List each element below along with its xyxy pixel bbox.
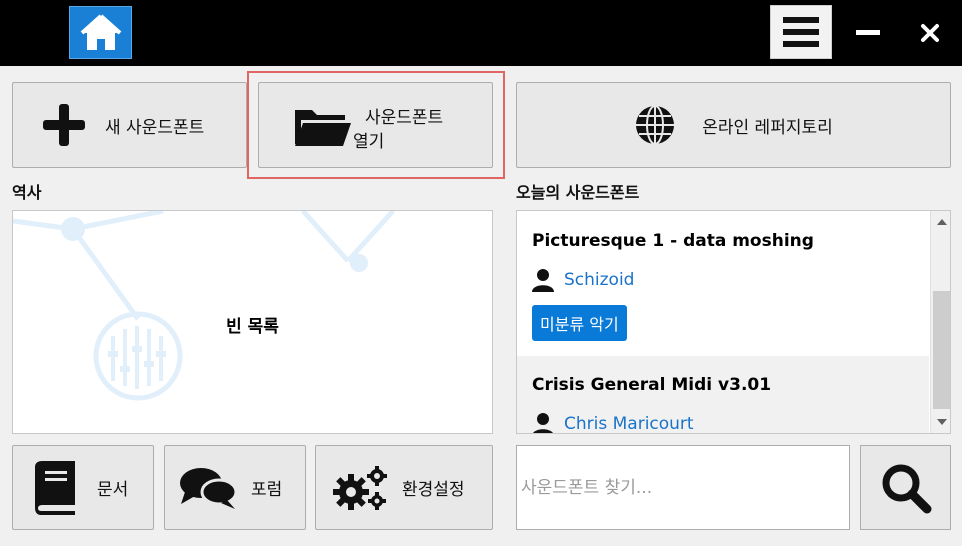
book-icon (35, 460, 75, 515)
list-item[interactable]: Crisis General Midi v3.01 Chris Maricour… (517, 356, 929, 433)
soundfont-title[interactable]: Picturesque 1 - data moshing (532, 231, 814, 251)
scrollbar[interactable] (930, 211, 950, 433)
today-soundfont-list[interactable]: Picturesque 1 - data moshing Schizoid 미분… (516, 210, 951, 434)
minimize-icon (856, 30, 880, 35)
scroll-down-button[interactable] (933, 413, 950, 431)
documentation-button[interactable]: 문서 (12, 445, 154, 530)
history-list[interactable]: 빈 목록 (12, 210, 493, 434)
empty-list-text: 빈 목록 (226, 317, 279, 337)
app-window: 새 사운드폰트 사운드폰트 열기 온라인 레퍼지토리 역사 오늘의 사운드폰트 (0, 0, 962, 546)
caret-down-icon (936, 419, 947, 425)
forum-label: 포럼 (251, 480, 283, 500)
search-box[interactable] (516, 445, 850, 530)
search-icon (882, 464, 931, 513)
documentation-label: 문서 (97, 480, 129, 500)
chat-bubbles-icon (180, 467, 237, 509)
soundfont-author[interactable]: Chris Maricourt (532, 412, 694, 433)
hamburger-menu-icon (783, 17, 819, 47)
close-icon (921, 24, 939, 42)
search-input[interactable] (521, 477, 849, 498)
new-soundfont-button[interactable]: 새 사운드폰트 (12, 82, 247, 168)
soundfont-title[interactable]: Crisis General Midi v3.01 (532, 375, 771, 395)
soundfont-author[interactable]: Schizoid (532, 268, 634, 292)
today-soundfont-label: 오늘의 사운드폰트 (516, 183, 640, 202)
title-bar (0, 0, 962, 66)
user-icon (532, 269, 554, 292)
home-button[interactable] (69, 6, 132, 59)
online-repository-button[interactable]: 온라인 레퍼지토리 (516, 82, 951, 168)
search-button[interactable] (860, 445, 951, 530)
scrollbar-thumb[interactable] (933, 291, 950, 409)
author-name[interactable]: Schizoid (564, 270, 634, 290)
scroll-up-button[interactable] (933, 213, 950, 231)
menu-button[interactable] (770, 5, 832, 59)
new-soundfont-label: 새 사운드폰트 (105, 117, 205, 138)
caret-up-icon (936, 219, 947, 225)
list-item[interactable]: Picturesque 1 - data moshing Schizoid 미분… (517, 211, 929, 356)
minimize-button[interactable] (853, 18, 883, 48)
globe-icon (636, 105, 675, 145)
category-tag[interactable]: 미분류 악기 (532, 305, 627, 341)
home-icon (80, 14, 121, 50)
highlight-box (247, 71, 505, 179)
author-name[interactable]: Chris Maricourt (564, 414, 694, 433)
plus-icon (43, 104, 85, 146)
history-label: 역사 (12, 183, 42, 202)
settings-button[interactable]: 환경설정 (315, 445, 493, 530)
settings-label: 환경설정 (402, 480, 465, 500)
forum-button[interactable]: 포럼 (164, 445, 306, 530)
user-icon (533, 413, 553, 433)
gears-icon (333, 465, 387, 510)
close-button[interactable] (914, 17, 946, 49)
online-repository-label: 온라인 레퍼지토리 (702, 117, 833, 138)
